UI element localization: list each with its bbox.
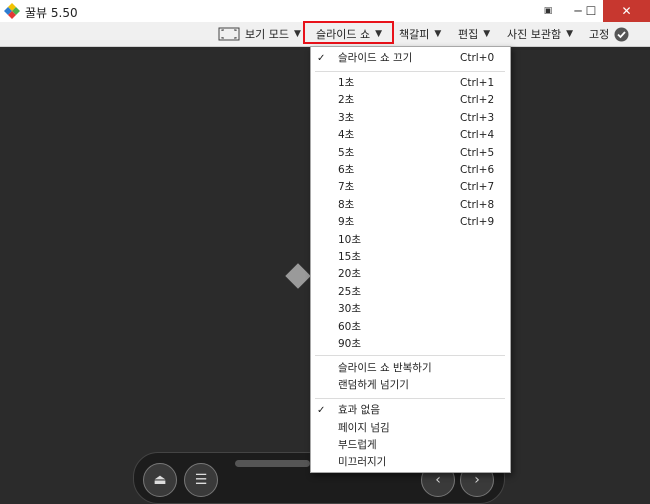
pin-label: 고정	[589, 28, 610, 41]
menu-item-label: 9초	[338, 216, 355, 229]
menu-item-interval[interactable]: 3초 Ctrl+3	[311, 110, 510, 127]
menu-item-repeat[interactable]: 슬라이드 쇼 반복하기	[311, 360, 510, 377]
pin-toggle[interactable]: 고정	[589, 22, 629, 46]
menu-item-shortcut: Ctrl+0	[460, 52, 495, 64]
menu-item-interval[interactable]: 4초 Ctrl+4	[311, 127, 510, 144]
chevron-down-icon: ▼	[566, 29, 574, 39]
menu-item-interval[interactable]: 15초	[311, 249, 510, 266]
close-icon: ✕	[621, 4, 632, 18]
menu-item-label: 8초	[338, 198, 355, 211]
menu-item-effect-smooth[interactable]: 부드럽게	[311, 437, 510, 454]
chevron-down-icon: ▼	[434, 29, 442, 39]
bookmark-label: 책갈피	[399, 28, 430, 41]
menu-item-effect-none[interactable]: ✓ 효과 없음	[311, 402, 510, 419]
bookmark-menu[interactable]: 책갈피 ▼	[399, 22, 441, 46]
menu-separator	[315, 355, 505, 356]
eject-button[interactable]: ⏏	[143, 463, 177, 497]
snap-button[interactable]: ▣	[533, 0, 563, 22]
menu-item-label: 2초	[338, 94, 355, 107]
menu-item-label: 20초	[338, 268, 362, 281]
view-mode-menu[interactable]: 보기 모드 ▼	[218, 22, 301, 46]
title-bar: 꿀뷰 5.50 ▣ ─ ☐ ✕	[0, 0, 650, 22]
menu-item-interval[interactable]: 8초 Ctrl+8	[311, 197, 510, 214]
chevron-down-icon: ▼	[483, 29, 491, 39]
menu-item-interval[interactable]: 90초	[311, 336, 510, 353]
menu-item-interval[interactable]: 9초 Ctrl+9	[311, 214, 510, 231]
menu-item-label: 슬라이드 쇼 반복하기	[338, 362, 432, 374]
menu-item-interval[interactable]: 2초 Ctrl+2	[311, 92, 510, 109]
menu-item-interval[interactable]: 30초	[311, 301, 510, 318]
edit-menu[interactable]: 편집 ▼	[458, 22, 490, 46]
menu-item-label: 미끄러지기	[338, 456, 387, 468]
snap-icon: ▣	[543, 6, 553, 16]
chevron-down-icon: ▼	[293, 29, 301, 39]
menu-item-shortcut: Ctrl+2	[460, 94, 495, 107]
menu-item-label: 7초	[338, 181, 355, 194]
menu-item-shortcut: Ctrl+8	[460, 198, 495, 211]
album-menu[interactable]: 사진 보관함 ▼	[507, 22, 573, 46]
menu-item-label: 3초	[338, 111, 355, 124]
menu-item-label: 90초	[338, 338, 362, 350]
menu-item-label: 5초	[338, 146, 355, 159]
menu-item-label: 60초	[338, 320, 362, 333]
menu-item-interval[interactable]: 25초	[311, 284, 510, 301]
menu-item-label: 25초	[338, 285, 362, 298]
menu-item-shortcut: Ctrl+7	[460, 181, 495, 194]
menu-item-label: 10초	[338, 233, 362, 246]
slideshow-highlight-box	[303, 21, 394, 44]
maximize-button[interactable]: ☐	[576, 0, 606, 22]
menu-item-slideshow-off[interactable]: ✓ 슬라이드 쇼 끄기 Ctrl+0	[311, 50, 510, 67]
menu-item-label: 랜덤하게 넘기기	[338, 379, 409, 391]
menu-item-label: 4초	[338, 129, 355, 142]
view-mode-label: 보기 모드	[245, 28, 289, 41]
menu-item-shortcut: Ctrl+4	[460, 129, 495, 142]
menu-separator	[315, 398, 505, 399]
menu-item-shortcut: Ctrl+6	[460, 164, 495, 176]
view-mode-icon	[218, 27, 240, 41]
menu-item-label: 6초	[338, 164, 355, 176]
slideshow-dropdown: ✓ 슬라이드 쇼 끄기 Ctrl+0 1초 Ctrl+1 2초 Ctrl+2 3…	[310, 46, 511, 473]
zoom-slider[interactable]	[235, 460, 310, 467]
close-button[interactable]: ✕	[603, 0, 650, 22]
menu-item-interval[interactable]: 7초 Ctrl+7	[311, 179, 510, 196]
menu-item-label: 슬라이드 쇼 끄기	[338, 52, 413, 64]
menu-item-label: 1초	[338, 77, 355, 89]
menu-item-effect-page-turn[interactable]: 페이지 넘김	[311, 420, 510, 437]
menu-item-shortcut: Ctrl+1	[460, 77, 495, 89]
app-logo-icon	[4, 3, 20, 19]
menu-item-shortcut: Ctrl+3	[460, 111, 495, 124]
menu-item-interval[interactable]: 1초 Ctrl+1	[311, 75, 510, 92]
menu-item-interval[interactable]: 20초	[311, 266, 510, 283]
menu-item-random[interactable]: 랜덤하게 넘기기	[311, 377, 510, 394]
window-title: 꿀뷰 5.50	[25, 6, 78, 20]
menu-item-interval[interactable]: 10초	[311, 232, 510, 249]
checkmark-icon: ✓	[317, 53, 326, 64]
menu-item-label: 페이지 넘김	[338, 421, 390, 434]
menu-item-shortcut: Ctrl+5	[460, 146, 495, 159]
menu-item-label: 15초	[338, 251, 362, 263]
maximize-icon: ☐	[585, 4, 597, 18]
checkmark-icon: ✓	[317, 405, 326, 416]
check-circle-icon	[614, 27, 629, 41]
menu-item-effect-slide[interactable]: 미끄러지기	[311, 454, 510, 471]
album-label: 사진 보관함	[507, 28, 562, 41]
menu-item-label: 30초	[338, 303, 362, 316]
menu-item-shortcut: Ctrl+9	[460, 216, 495, 229]
menu-separator	[315, 71, 505, 72]
menu-item-interval[interactable]: 5초 Ctrl+5	[311, 145, 510, 162]
menu-item-label: 효과 없음	[338, 404, 380, 416]
menu-item-label: 부드럽게	[338, 439, 377, 451]
menu-button[interactable]: ☰	[184, 463, 218, 497]
menu-item-interval[interactable]: 6초 Ctrl+6	[311, 162, 510, 179]
menu-item-interval[interactable]: 60초	[311, 319, 510, 336]
edit-label: 편집	[458, 28, 479, 41]
